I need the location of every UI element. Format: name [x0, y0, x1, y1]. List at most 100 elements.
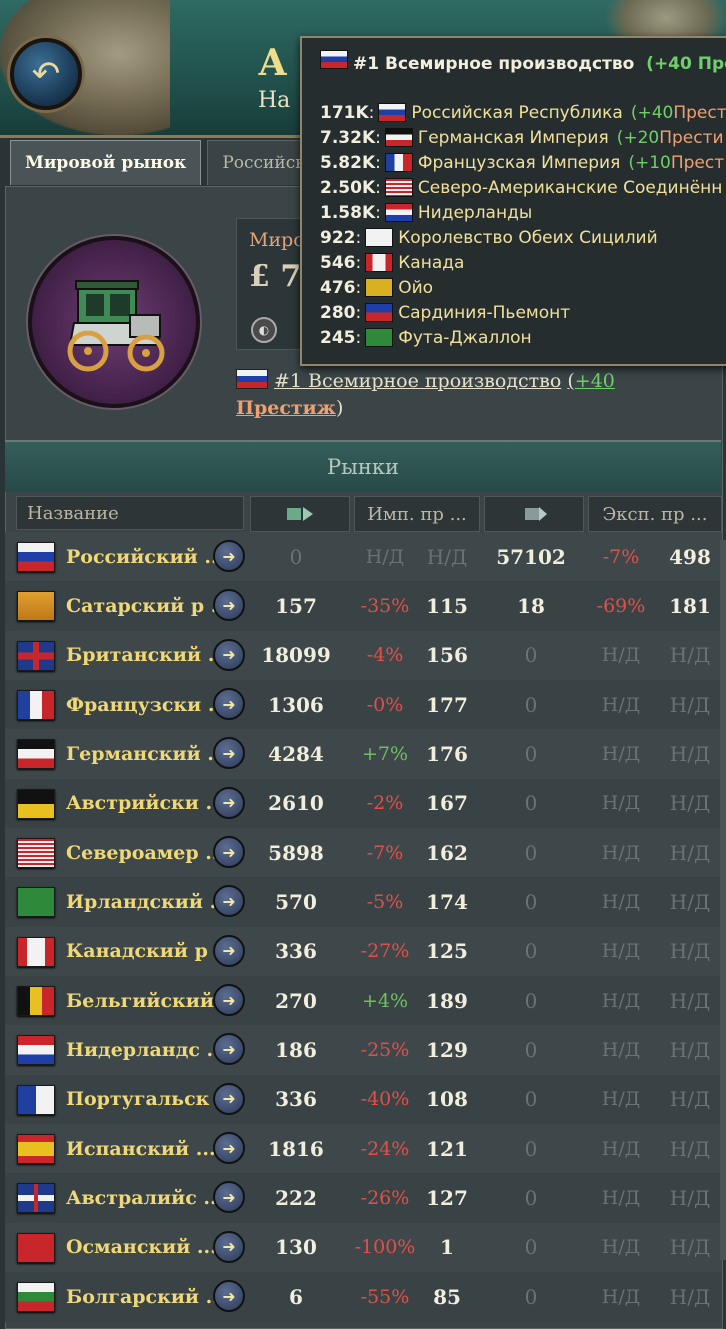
market-name[interactable]: Австрийски ...	[66, 779, 225, 828]
go-to-market-button[interactable]: ➜	[213, 885, 245, 918]
col-import-header[interactable]	[250, 496, 350, 532]
export-volume: 0	[524, 1087, 538, 1112]
scrollbar-track[interactable]	[720, 540, 726, 1260]
tooltip-value: 1.58K	[320, 202, 376, 223]
table-row[interactable]: Османский ... ➜ 130 -100% 1 0 Н/Д Н/Д	[5, 1222, 721, 1273]
go-to-market-button[interactable]: ➜	[213, 688, 245, 721]
import-volume: 186	[275, 1037, 317, 1062]
import-price: 108	[426, 1087, 468, 1112]
table-row[interactable]: Австралийс ... ➜ 222 -26% 127 0 Н/Д Н/Д	[5, 1173, 721, 1223]
tooltip-country: Канада	[398, 252, 465, 273]
tooltip-entry: 922: Королевство Обеих Сицилий	[320, 225, 726, 250]
import-price: 129	[426, 1037, 468, 1062]
tooltip-value: 476	[320, 277, 356, 298]
tooltip-country: Королевство Обеих Сицилий	[398, 227, 658, 248]
arrow-right-icon: ➜	[222, 1286, 236, 1306]
arrow-right-icon: ➜	[222, 1237, 236, 1257]
import-price: 176	[426, 741, 468, 766]
market-name[interactable]: Австралийс ...	[66, 1173, 223, 1222]
go-to-market-button[interactable]: ➜	[213, 1033, 245, 1066]
tooltip-value: 7.32K	[320, 127, 376, 148]
col-name-header[interactable]: Название	[16, 496, 244, 530]
go-to-market-button[interactable]: ➜	[213, 1082, 245, 1115]
table-row[interactable]: Канадский р ... ➜ 336 -27% 125 0 Н/Д Н/Д	[5, 926, 721, 977]
rank-info[interactable]: #1 Всемирное производство (+40 Престиж)	[236, 368, 636, 422]
import-price: 125	[426, 939, 468, 964]
market-name[interactable]: Германский ...	[66, 729, 227, 778]
market-name[interactable]: Российский ...	[66, 532, 224, 581]
go-to-market-button[interactable]: ➜	[213, 540, 245, 572]
col-exp-price-header[interactable]: Эксп. пр ...	[588, 496, 722, 532]
go-to-market-button[interactable]: ➜	[213, 1280, 245, 1313]
russia-flag-icon	[320, 50, 348, 69]
market-name[interactable]: Североамер ...	[66, 828, 225, 877]
col-imp-price-header[interactable]: Имп. пр ...	[354, 496, 480, 532]
export-price: Н/Д	[669, 741, 711, 766]
table-row[interactable]: Североамер ... ➜ 5898 -7% 162 0 Н/Д Н/Д	[5, 828, 721, 878]
go-to-market-button[interactable]: ➜	[213, 1230, 245, 1263]
go-to-market-button[interactable]: ➜	[213, 1181, 245, 1214]
market-name[interactable]: Португальск ...	[66, 1075, 236, 1124]
col-export-header[interactable]	[484, 496, 584, 532]
go-to-market-button[interactable]: ➜	[213, 786, 245, 819]
go-to-market-button[interactable]: ➜	[213, 934, 245, 967]
table-row[interactable]: Ирландский ... ➜ 570 -5% 174 0 Н/Д Н/Д	[5, 877, 721, 927]
flag-at-icon	[17, 788, 55, 819]
import-volume: 222	[275, 1185, 317, 1210]
table-row[interactable]: Сатарский р ... ➜ 157 -35% 115 18 -69% 181	[5, 581, 721, 631]
import-price: 189	[426, 988, 468, 1013]
table-row[interactable]: Британский ... ➜ 18099 -4% 156 0 Н/Д Н/Д	[5, 630, 721, 681]
flag-oyo-icon	[365, 278, 394, 297]
arrow-right-icon: ➜	[222, 941, 236, 961]
tooltip-country: Северо-Американские Соединённ	[417, 177, 723, 198]
tooltip-colon: :	[355, 252, 362, 273]
go-to-market-button[interactable]: ➜	[213, 638, 245, 671]
export-volume: 57102	[496, 544, 566, 569]
table-row[interactable]: Болгарский ... ➜ 6 -55% 85 0 Н/Д Н/Д	[5, 1272, 721, 1322]
table-row[interactable]: Португальск ... ➜ 336 -40% 108 0 Н/Д Н/Д	[5, 1074, 721, 1125]
flag-bg-icon	[17, 1282, 55, 1313]
export-price-change: Н/Д	[601, 841, 641, 864]
table-row[interactable]: Испанский ... ➜ 1816 -24% 121 0 Н/Д Н/Д	[5, 1124, 721, 1174]
flag-fr-icon	[384, 153, 413, 172]
market-name[interactable]: Сатарский р ...	[66, 581, 231, 630]
tooltip-country: Фута-Джаллон	[398, 327, 532, 348]
table-row[interactable]: Французски ... ➜ 1306 -0% 177 0 Н/Д Н/Д	[5, 680, 721, 730]
go-to-market-button[interactable]: ➜	[213, 1132, 245, 1165]
table-row[interactable]: Германский ... ➜ 4284 +7% 176 0 Н/Д Н/Д	[5, 729, 721, 779]
import-price: 156	[426, 643, 468, 668]
market-name[interactable]: Османский ...	[66, 1223, 217, 1272]
import-volume: 570	[275, 889, 317, 914]
tooltip-value: 280	[320, 302, 356, 323]
tab-world-market[interactable]: Мировой рынок	[10, 140, 202, 185]
market-name[interactable]: Нидерландс ...	[66, 1025, 226, 1074]
table-row[interactable]: Австрийски ... ➜ 2610 -2% 167 0 Н/Д Н/Д	[5, 778, 721, 829]
market-name[interactable]: Канадский р ...	[66, 927, 234, 976]
market-name[interactable]: Болгарский ...	[66, 1272, 225, 1321]
go-to-market-button[interactable]: ➜	[213, 737, 245, 770]
tooltip-entry: 245: Фута-Джаллон	[320, 325, 726, 350]
flag-ie-icon	[17, 887, 55, 918]
market-name[interactable]: Французски ...	[66, 680, 228, 729]
market-name[interactable]: Ирландский ...	[66, 877, 229, 926]
go-to-market-button[interactable]: ➜	[213, 984, 245, 1017]
export-price-change: Н/Д	[601, 1038, 641, 1061]
import-price-change: -5%	[366, 890, 404, 913]
tooltip-country: Ойо	[398, 277, 434, 298]
table-row[interactable]: Нидерландс ... ➜ 186 -25% 129 0 Н/Д Н/Д	[5, 1025, 721, 1075]
import-price-change: -4%	[366, 644, 404, 667]
back-button[interactable]: ↶	[10, 38, 82, 110]
market-name[interactable]: Британский ...	[66, 631, 228, 680]
go-to-market-button[interactable]: ➜	[213, 589, 245, 622]
tooltip-value: 171K	[320, 102, 369, 123]
table-row[interactable]: Бельгийский ... ➜ 270 +4% 189 0 Н/Д Н/Д	[5, 976, 721, 1026]
import-price-change: -25%	[360, 1038, 410, 1061]
table-row[interactable]: Российский ... ➜ 0 Н/Д Н/Д 57102 -7% 498	[5, 532, 721, 582]
export-volume: 0	[524, 1185, 538, 1210]
go-to-market-button[interactable]: ➜	[213, 836, 245, 869]
market-name[interactable]: Испанский ...	[66, 1124, 216, 1173]
page-subtitle: На	[258, 88, 291, 113]
tooltip-colon: :	[375, 127, 381, 148]
flag-satara-icon	[17, 591, 55, 622]
flag-ru-icon	[378, 103, 407, 122]
